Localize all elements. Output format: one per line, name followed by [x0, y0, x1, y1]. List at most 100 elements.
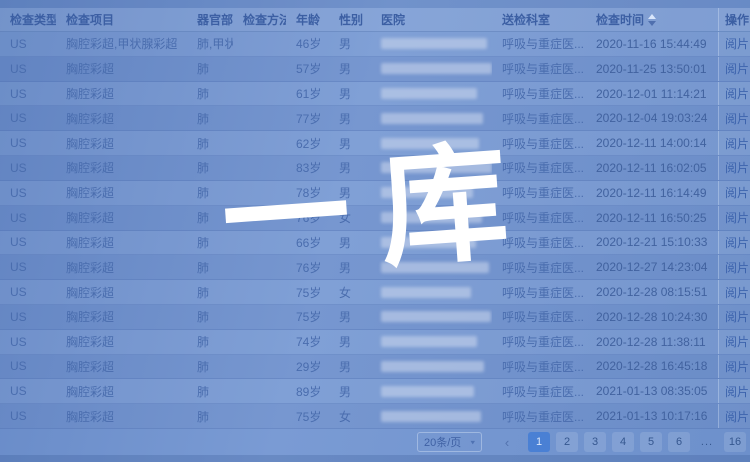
table-row[interactable]: US 胸腔彩超 肺 75岁 女 呼吸与重症医... 2020-12-28 08:…	[0, 280, 750, 305]
pagination-bar: 20条/页 ▾ ‹ 123456... 16	[0, 428, 750, 455]
table-row[interactable]: US 胸腔彩超 肺 29岁 男 呼吸与重症医... 2020-12-28 16:…	[0, 355, 750, 380]
col-header-hospital: 医院	[371, 8, 492, 31]
table-row[interactable]: US 胸腔彩超 肺 74岁 男 呼吸与重症医... 2020-12-28 11:…	[0, 330, 750, 355]
page-button-2[interactable]: 2	[556, 432, 578, 452]
col-header-exam-type: 检查类型	[0, 8, 56, 31]
cell-exam-type: US	[0, 156, 56, 180]
view-image-link[interactable]: 阅片	[725, 234, 749, 251]
cell-gender: 男	[329, 330, 371, 354]
view-image-link[interactable]: 阅片	[725, 408, 749, 425]
view-image-link[interactable]: 阅片	[725, 35, 749, 52]
cell-hospital	[371, 57, 492, 81]
hospital-redacted-blur	[381, 88, 477, 99]
view-image-link[interactable]: 阅片	[725, 85, 749, 102]
view-image-link[interactable]: 阅片	[725, 184, 749, 201]
table-row[interactable]: US 胸腔彩超 肺 75岁 女 呼吸与重症医... 2021-01-13 10:…	[0, 404, 750, 429]
cell-gender: 女	[329, 206, 371, 230]
col-header-exam-time[interactable]: 检查时间	[586, 8, 718, 31]
cell-department: 呼吸与重症医...	[492, 181, 586, 205]
cell-exam-item: 胸腔彩超	[56, 181, 187, 205]
hospital-redacted-blur	[381, 237, 476, 248]
table-row[interactable]: US 胸腔彩超 肺 57岁 男 呼吸与重症医... 2020-11-25 13:…	[0, 57, 750, 82]
cell-method	[233, 355, 286, 379]
page-button-6[interactable]: 6	[668, 432, 690, 452]
table-row[interactable]: US 胸腔彩超 肺 83岁 男 呼吸与重症医... 2020-12-11 16:…	[0, 156, 750, 181]
view-image-link[interactable]: 阅片	[725, 358, 749, 375]
cell-exam-type: US	[0, 379, 56, 403]
page-button-16[interactable]: 16	[724, 432, 746, 452]
view-image-link[interactable]: 阅片	[725, 259, 749, 276]
cell-action: 阅片	[718, 181, 750, 205]
exam-table: 检查类型 检查项目 器官部位 检查方法 年龄 性别 医院 送检科室 检查时间 操…	[0, 8, 750, 428]
cell-exam-item: 胸腔彩超	[56, 355, 187, 379]
hospital-redacted-blur	[381, 336, 477, 347]
view-image-link[interactable]: 阅片	[725, 209, 749, 226]
cell-hospital	[371, 379, 492, 403]
table-row[interactable]: US 胸腔彩超 肺 66岁 男 呼吸与重症医... 2020-12-21 15:…	[0, 231, 750, 256]
page-button-4[interactable]: 4	[612, 432, 634, 452]
cell-department: 呼吸与重症医...	[492, 231, 586, 255]
cell-action: 阅片	[718, 255, 750, 279]
view-image-link[interactable]: 阅片	[725, 135, 749, 152]
cell-exam-time: 2020-11-16 15:44:49	[586, 32, 718, 56]
prev-page-button[interactable]: ‹	[498, 432, 516, 452]
cell-exam-item: 胸腔彩超	[56, 57, 187, 81]
sort-ascending-icon[interactable]	[648, 14, 656, 26]
cell-exam-time: 2020-12-11 16:50:25	[586, 206, 718, 230]
table-row[interactable]: US 胸腔彩超,甲状腺彩超 肺,甲状... 46岁 男 呼吸与重症医... 20…	[0, 32, 750, 57]
cell-exam-type: US	[0, 32, 56, 56]
cell-organ: 肺	[187, 330, 233, 354]
cell-organ: 肺	[187, 206, 233, 230]
cell-exam-time: 2020-12-01 11:14:21	[586, 82, 718, 106]
cell-organ: 肺	[187, 57, 233, 81]
cell-action: 阅片	[718, 57, 750, 81]
table-row[interactable]: US 胸腔彩超 肺 62岁 男 呼吸与重症医... 2020-12-11 14:…	[0, 131, 750, 156]
cell-age: 29岁	[286, 355, 329, 379]
page-button-1[interactable]: 1	[528, 432, 550, 452]
col-header-age: 年龄	[286, 8, 329, 31]
cell-gender: 男	[329, 379, 371, 403]
table-row[interactable]: US 胸腔彩超 肺 78岁 男 呼吸与重症医... 2020-12-11 16:…	[0, 181, 750, 206]
cell-gender: 男	[329, 156, 371, 180]
view-image-link[interactable]: 阅片	[725, 308, 749, 325]
cell-action: 阅片	[718, 305, 750, 329]
view-image-link[interactable]: 阅片	[725, 383, 749, 400]
cell-method	[233, 206, 286, 230]
view-image-link[interactable]: 阅片	[725, 333, 749, 350]
cell-gender: 男	[329, 355, 371, 379]
cell-hospital	[371, 330, 492, 354]
cell-exam-type: US	[0, 57, 56, 81]
cell-organ: 肺	[187, 280, 233, 304]
cell-exam-type: US	[0, 82, 56, 106]
cell-gender: 男	[329, 181, 371, 205]
page-button-3[interactable]: 3	[584, 432, 606, 452]
table-row[interactable]: US 胸腔彩超 肺 61岁 男 呼吸与重症医... 2020-12-01 11:…	[0, 82, 750, 107]
page-size-select[interactable]: 20条/页 ▾	[417, 432, 482, 452]
cell-gender: 男	[329, 82, 371, 106]
col-header-organ: 器官部位	[187, 8, 233, 31]
cell-gender: 男	[329, 305, 371, 329]
cell-action: 阅片	[718, 379, 750, 403]
view-image-link[interactable]: 阅片	[725, 60, 749, 77]
cell-method	[233, 32, 286, 56]
view-image-link[interactable]: 阅片	[725, 110, 749, 127]
hospital-redacted-blur	[381, 113, 483, 124]
cell-department: 呼吸与重症医...	[492, 280, 586, 304]
page-ellipsis[interactable]: ...	[696, 432, 718, 452]
view-image-link[interactable]: 阅片	[725, 159, 749, 176]
cell-exam-type: US	[0, 131, 56, 155]
col-header-action: 操作	[718, 8, 750, 31]
exam-list-screen: { "watermark": "一库", "colors": { "active…	[0, 0, 750, 462]
view-image-link[interactable]: 阅片	[725, 284, 749, 301]
table-row[interactable]: US 胸腔彩超 肺 75岁 男 呼吸与重症医... 2020-12-28 10:…	[0, 305, 750, 330]
table-row[interactable]: US 胸腔彩超 肺 89岁 男 呼吸与重症医... 2021-01-13 08:…	[0, 379, 750, 404]
cell-exam-time: 2020-11-25 13:50:01	[586, 57, 718, 81]
table-row[interactable]: US 胸腔彩超 肺 76岁 女 呼吸与重症医... 2020-12-11 16:…	[0, 206, 750, 231]
page-button-5[interactable]: 5	[640, 432, 662, 452]
cell-exam-type: US	[0, 280, 56, 304]
table-row[interactable]: US 胸腔彩超 肺 77岁 男 呼吸与重症医... 2020-12-04 19:…	[0, 106, 750, 131]
cell-action: 阅片	[718, 280, 750, 304]
cell-exam-time: 2021-01-13 10:17:16	[586, 404, 718, 428]
table-row[interactable]: US 胸腔彩超 肺 76岁 男 呼吸与重症医... 2020-12-27 14:…	[0, 255, 750, 280]
cell-action: 阅片	[718, 131, 750, 155]
